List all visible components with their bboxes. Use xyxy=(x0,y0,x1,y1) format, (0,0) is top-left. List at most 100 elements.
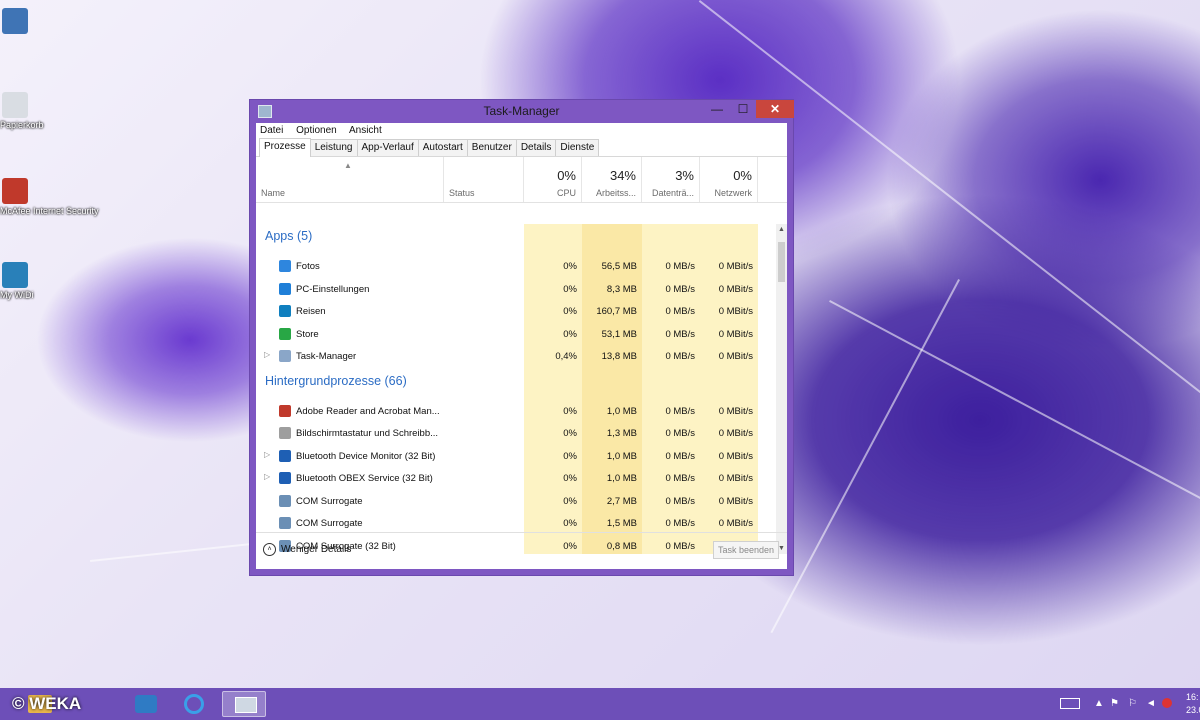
column-disk-label: Datenträ... xyxy=(651,188,694,198)
process-row[interactable]: ▷ Bluetooth OBEX Service (32 Bit) 0% 1,0 MB… xyxy=(256,468,776,490)
expand-arrow-icon[interactable]: ▷ xyxy=(264,350,270,359)
scroll-up-icon[interactable]: ▲ xyxy=(778,226,785,233)
process-row[interactable]: PC-Einstellungen 0% 8,3 MB 0 MB/s 0 MBit/s xyxy=(256,279,776,301)
minimize-button[interactable]: — xyxy=(704,100,730,118)
window-footer: ˄ Weniger Details Task beenden xyxy=(256,532,787,569)
end-task-button[interactable]: Task beenden xyxy=(713,541,779,559)
taskbar-clock[interactable]: 16: 23.05. xyxy=(1186,691,1200,717)
tab-details[interactable]: Details xyxy=(515,139,557,156)
process-name: PC-Einstellungen xyxy=(296,283,370,295)
taskbar-task-manager[interactable] xyxy=(222,691,266,717)
process-net: 0 MBit/s xyxy=(718,328,753,340)
process-disk: 0 MB/s xyxy=(665,518,695,529)
mcafee-icon xyxy=(2,178,28,204)
volume-tray-icon[interactable]: ◄ xyxy=(1146,698,1156,709)
column-disk[interactable]: 3% Datenträ... xyxy=(642,157,700,202)
group-header[interactable]: Apps (5) xyxy=(265,229,312,243)
recycle-bin-icon xyxy=(2,92,28,118)
process-row[interactable]: Fotos 0% 56,5 MB 0 MB/s 0 MBit/s xyxy=(256,256,776,278)
process-row[interactable]: COM Surrogate 0% 2,7 MB 0 MB/s 0 MBit/s xyxy=(256,491,776,513)
process-disk: 0 MB/s xyxy=(665,473,695,484)
column-cpu[interactable]: 0% CPU xyxy=(524,157,582,202)
disk-total: 3% xyxy=(675,168,694,183)
column-name-label: Name xyxy=(261,188,286,198)
process-row[interactable]: Adobe Reader and Acrobat Man... 0% 1,0 MB 0… xyxy=(256,401,776,423)
close-button[interactable]: ✕ xyxy=(756,100,794,118)
action-center-icon[interactable]: ⚐ xyxy=(1128,698,1137,709)
touch-keyboard-icon[interactable] xyxy=(1060,698,1080,709)
tab-dienste[interactable]: Dienste xyxy=(555,139,600,156)
vertical-scrollbar[interactable]: ▲ ▼ xyxy=(776,224,787,554)
group-header[interactable]: Hintergrundprozesse (66) xyxy=(265,374,407,388)
process-name: Bildschirmtastatur und Schreibb... xyxy=(296,428,439,439)
column-name[interactable]: ▲ Name xyxy=(256,157,444,202)
column-network-label: Netzwerk xyxy=(714,188,752,198)
process-mem: 1,3 MB xyxy=(606,428,637,439)
menu-item-ansicht[interactable]: Ansicht xyxy=(349,125,382,136)
desktop-icon-mcafee[interactable]: McAfee Internet Security xyxy=(0,178,99,216)
process-row[interactable]: ▷ Task-Manager 0,4% 13,8 MB 0 MB/s 0 MBit/s xyxy=(256,346,776,368)
column-network[interactable]: 0% Netzwerk xyxy=(700,157,758,202)
desktop-icon-label: McAfee Internet Security xyxy=(0,206,99,216)
process-row[interactable]: ▷ Bluetooth Device Monitor (32 Bit) 0% 1,0 … xyxy=(256,446,776,468)
process-net: 0 MBit/s xyxy=(718,428,753,439)
tab-prozesse[interactable]: Prozesse xyxy=(259,138,311,157)
column-status[interactable]: Status xyxy=(444,157,524,202)
menu-item-optionen[interactable]: Optionen xyxy=(296,125,337,136)
process-net: 0 MBit/s xyxy=(718,450,753,462)
desktop-icon-label: My WiDi xyxy=(0,290,34,300)
sort-arrow-icon: ▲ xyxy=(344,161,352,170)
process-mem: 1,0 MB xyxy=(606,405,637,417)
taskbar-internet-explorer[interactable] xyxy=(172,691,216,717)
tab-app-verlauf[interactable]: App-Verlauf xyxy=(356,139,419,156)
process-net: 0 MBit/s xyxy=(718,495,753,507)
scrollbar-thumb[interactable] xyxy=(778,242,785,282)
process-mem: 8,3 MB xyxy=(606,283,637,295)
fewer-details-label: Weniger Details xyxy=(281,544,352,556)
taskbar: © WEKA ▲ ⚑ ⚐ ◄ 16: 23.05. xyxy=(0,688,1200,720)
tab-leistung[interactable]: Leistung xyxy=(309,139,358,156)
process-mem: 1,5 MB xyxy=(606,518,637,529)
process-cpu: 0% xyxy=(563,261,577,272)
task-manager-icon xyxy=(235,697,257,713)
process-cpu: 0% xyxy=(563,306,577,317)
title-bar[interactable]: Task-Manager — ☐ ✕ xyxy=(250,100,794,122)
tab-benutzer[interactable]: Benutzer xyxy=(466,139,517,156)
taskbar-outlook[interactable] xyxy=(124,691,168,717)
column-status-label: Status xyxy=(449,188,475,198)
travel-icon xyxy=(279,305,291,317)
expand-arrow-icon[interactable]: ▷ xyxy=(264,472,270,481)
process-name: COM Surrogate xyxy=(296,495,363,507)
security-tray-icon[interactable] xyxy=(1162,698,1172,708)
process-disk: 0 MB/s xyxy=(665,351,695,362)
store-icon xyxy=(279,327,291,340)
desktop-icon-recycle-bin[interactable]: Papierkorb xyxy=(0,92,44,130)
menu-item-datei[interactable]: Datei xyxy=(260,125,283,136)
fewer-details-button[interactable]: ˄ Weniger Details xyxy=(263,543,351,556)
desktop-icon-widi[interactable]: My WiDi xyxy=(0,262,42,300)
com-icon xyxy=(279,494,291,507)
keyboard-icon xyxy=(279,427,291,439)
process-row[interactable]: Reisen 0% 160,7 MB 0 MB/s 0 MBit/s xyxy=(256,301,776,323)
window-client: Datei Optionen Ansicht Prozesse Leistung… xyxy=(256,123,787,569)
network-tray-icon[interactable]: ⚑ xyxy=(1110,698,1119,709)
process-cpu: 0% xyxy=(563,428,577,439)
column-cpu-label: CPU xyxy=(556,188,576,198)
cpu-total: 0% xyxy=(557,168,576,183)
process-cpu: 0,4% xyxy=(555,351,577,362)
show-hidden-icons-icon[interactable]: ▲ xyxy=(1094,698,1104,709)
desktop-icon-label: Papierkorb xyxy=(0,120,44,130)
process-row[interactable]: Store 0% 53,1 MB 0 MB/s 0 MBit/s xyxy=(256,324,776,346)
internet-explorer-icon xyxy=(184,694,204,714)
column-memory-label: Arbeitss... xyxy=(595,188,636,198)
process-row[interactable]: Bildschirmtastatur und Schreibb... 0% 1,3 … xyxy=(256,423,776,445)
bluetooth-icon xyxy=(279,449,291,462)
expand-arrow-icon[interactable]: ▷ xyxy=(264,450,270,459)
tab-autostart[interactable]: Autostart xyxy=(417,139,468,156)
desktop-icon-computer[interactable] xyxy=(0,8,42,34)
maximize-button[interactable]: ☐ xyxy=(730,100,756,118)
column-memory[interactable]: 34% Arbeitss... xyxy=(582,157,642,202)
mail-icon xyxy=(135,695,157,713)
chevron-up-icon: ˄ xyxy=(263,543,276,556)
tab-bar: Prozesse Leistung App-Verlauf Autostart … xyxy=(256,138,787,157)
